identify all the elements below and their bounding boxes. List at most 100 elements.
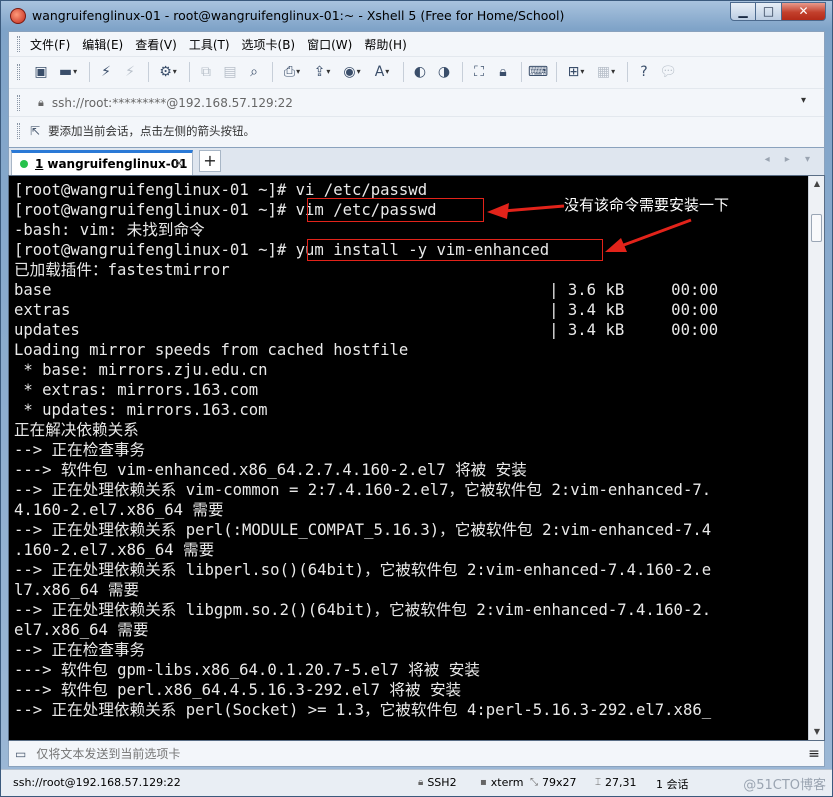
terminal-line: 4.160-2.el7.x86_64 需要: [14, 501, 224, 519]
minimize-button[interactable]: ▁: [730, 2, 756, 21]
toolbar-separator: [556, 61, 557, 82]
session-hint-text: 要添加当前会话，点击左侧的箭头按钮。: [48, 123, 256, 138]
chrome-panel: 文件(F) 编辑(E) 查看(V) 工具(T) 选项卡(B) 窗口(W) 帮助(…: [8, 31, 825, 148]
compose-input[interactable]: [36, 743, 804, 764]
tab-label: 1 wangruifenglinux-01: [35, 157, 187, 171]
terminal-line: el7.x86_64 需要: [14, 621, 149, 639]
toolbar-separator: [521, 61, 522, 82]
status-sessions: 1 会话: [656, 778, 689, 791]
window-title: wangruifenglinux-01 - root@wangruifengli…: [32, 8, 565, 23]
font-icon[interactable]: A: [368, 61, 396, 83]
lock-toolbar-icon[interactable]: 🔒︎: [492, 61, 514, 83]
terminal-line: .160-2.el7.x86_64 需要: [14, 541, 215, 559]
status-size: ⤡ 79x27: [530, 776, 577, 789]
addressbar-grip[interactable]: [17, 94, 20, 111]
maximize-button[interactable]: □: [756, 2, 782, 21]
compose-send-icon[interactable]: ▭: [15, 747, 26, 761]
session-hint-bar: ⇱ 要添加当前会话，点击左侧的箭头按钮。: [9, 116, 824, 144]
toolbar-separator: [462, 61, 463, 82]
fullscreen-icon[interactable]: ⛶: [468, 61, 490, 83]
annotation-text: 没有该命令需要安装一下: [564, 196, 730, 214]
resize-icon: ⤡: [530, 777, 538, 788]
toolbar-separator: [148, 61, 149, 82]
address-field[interactable]: 🔒︎ ssh://root:*********@192.168.57.129:2…: [30, 92, 812, 114]
compose-menu-icon[interactable]: ≡: [804, 746, 824, 762]
new-session-icon[interactable]: ▣: [30, 61, 52, 83]
terminal-line: --> 正在处理依赖关系 vim-common = 2:7.4.160-2.el…: [14, 481, 712, 499]
find-icon[interactable]: ⌕: [243, 61, 265, 83]
toolbar: ▣ ▬ ⚡ ⚡ ⚙ ⧉ ▤ ⌕ ⎙ ⇪ ◉ A ◐ ◑ ⛶ 🔒︎ ⌨ ⊞: [9, 56, 824, 86]
tab-navigation-icons[interactable]: ◂ ▸ ▾: [765, 154, 816, 165]
scroll-down-icon[interactable]: ▼: [809, 724, 824, 740]
chat-icon[interactable]: 💬︎: [657, 61, 679, 83]
scroll-up-icon[interactable]: ▲: [809, 176, 824, 192]
globe-icon[interactable]: ◉: [338, 61, 366, 83]
close-button[interactable]: ✕: [782, 2, 826, 21]
address-dropdown-icon[interactable]: ▾: [801, 95, 806, 106]
paste-icon[interactable]: ▤: [219, 61, 241, 83]
terminal-line: updates | 3.4 kB 00:00: [14, 321, 719, 339]
open-folder-icon[interactable]: ▬: [54, 61, 82, 83]
toolbar-separator: [89, 61, 90, 82]
menubar-grip[interactable]: [17, 36, 20, 52]
terminal-line: --> 正在处理依赖关系 perl(Socket) >= 1.3，它被软件包 4…: [14, 701, 712, 719]
script-icon[interactable]: ◑: [433, 61, 455, 83]
terminal-line: --> 正在检查事务: [14, 641, 146, 659]
menu-window[interactable]: 窗口(W): [307, 36, 352, 53]
terminal-line: 正在解决依赖关系: [14, 421, 139, 439]
watermark: @51CTO博客: [743, 778, 826, 793]
menu-tools[interactable]: 工具(T): [189, 36, 230, 53]
disconnect-icon[interactable]: ⚡: [119, 61, 141, 83]
terminal-line: * base: mirrors.zju.edu.cn: [14, 361, 268, 379]
terminal-line: Loading mirror speeds from cached hostfi…: [14, 341, 409, 359]
address-bar: 🔒︎ ssh://root:*********@192.168.57.129:2…: [9, 88, 824, 116]
scroll-thumb[interactable]: [811, 214, 822, 242]
tab-close-icon[interactable]: ×: [174, 156, 184, 170]
menu-edit[interactable]: 编辑(E): [82, 36, 123, 53]
status-protocol: 🔒︎ SSH2: [418, 776, 457, 789]
terminal-view[interactable]: [root@wangruifenglinux-01 ~]# vi /etc/pa…: [8, 175, 825, 741]
layout-icon[interactable]: ▦: [592, 61, 620, 83]
terminal-line: --> 正在检查事务: [14, 441, 146, 459]
transfer-icon[interactable]: ⇪: [308, 61, 336, 83]
toolbar-separator: [627, 61, 628, 82]
menu-tab[interactable]: 选项卡(B): [242, 36, 296, 53]
print-icon[interactable]: ⎙: [278, 61, 306, 83]
properties-icon[interactable]: ⚙: [154, 61, 182, 83]
toolbar-separator: [403, 61, 404, 82]
tab-session-1[interactable]: 1 wangruifenglinux-01 ×: [11, 150, 193, 175]
compose-bar: ▭ ≡: [8, 741, 825, 767]
xftp-icon[interactable]: ◐: [409, 61, 431, 83]
new-tab-icon[interactable]: ⊞: [562, 61, 590, 83]
hintbar-grip[interactable]: [17, 122, 20, 139]
menu-view[interactable]: 查看(V): [135, 36, 177, 53]
help-icon[interactable]: ?: [633, 61, 655, 83]
xshell-window: wangruifenglinux-01 - root@wangruifengli…: [0, 0, 833, 797]
title-bar: wangruifenglinux-01 - root@wangruifengli…: [1, 1, 832, 31]
add-session-arrow-icon[interactable]: ⇱: [30, 124, 40, 138]
terminal-line: --> 正在处理依赖关系 libgpm.so.2()(64bit)，它被软件包 …: [14, 601, 712, 619]
terminal-line: ---> 软件包 vim-enhanced.x86_64.2.7.4.160-2…: [14, 461, 527, 479]
status-cursor-text: 27,31: [605, 776, 637, 789]
menu-help[interactable]: 帮助(H): [364, 36, 406, 53]
terminal-line: ---> 软件包 perl.x86_64.4.5.16.3-292.el7 将被…: [14, 681, 462, 699]
status-size-text: 79x27: [542, 776, 577, 789]
lock-icon: 🔒︎: [38, 95, 44, 109]
terminal-scrollbar[interactable]: ▲ ▼: [808, 176, 824, 740]
add-tab-button[interactable]: +: [199, 150, 221, 172]
keyboard-icon[interactable]: ⌨: [527, 61, 549, 83]
terminal-line: * updates: mirrors.163.com: [14, 401, 268, 419]
menu-file[interactable]: 文件(F): [30, 36, 70, 53]
copy-icon[interactable]: ⧉: [195, 61, 217, 83]
connect-icon[interactable]: ⚡: [95, 61, 117, 83]
terminal-line: * extras: mirrors.163.com: [14, 381, 259, 399]
cursor-icon: ⌶: [595, 777, 601, 788]
menu-bar: 文件(F) 编辑(E) 查看(V) 工具(T) 选项卡(B) 窗口(W) 帮助(…: [9, 32, 824, 56]
status-connection: ssh://root@192.168.57.129:22: [13, 776, 181, 789]
arrow-to-yum-icon: [605, 238, 627, 252]
status-protocol-text: SSH2: [427, 776, 457, 789]
terminal-line: extras | 3.4 kB 00:00: [14, 301, 719, 319]
toolbar-separator: [272, 61, 273, 82]
terminal-line: --> 正在处理依赖关系 perl(:MODULE_COMPAT_5.16.3)…: [14, 521, 712, 539]
toolbar-grip[interactable]: [17, 63, 20, 80]
